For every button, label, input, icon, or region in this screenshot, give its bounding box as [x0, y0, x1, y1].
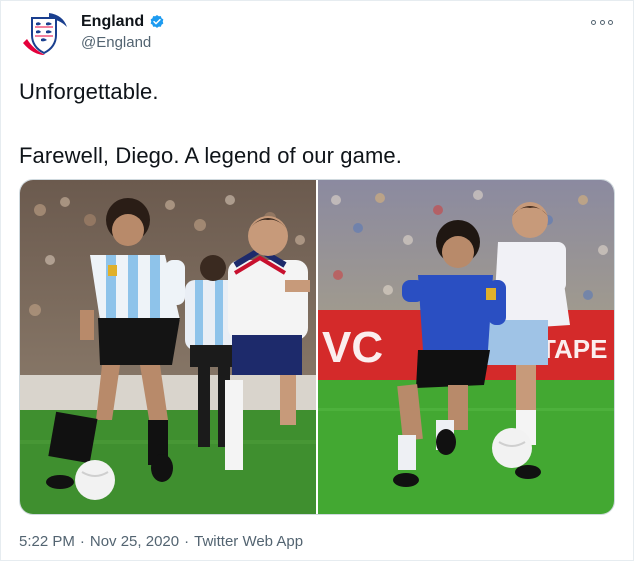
display-name[interactable]: England: [81, 13, 144, 31]
tweet-text-line-2: Farewell, Diego. A legend of our game.: [19, 143, 402, 168]
photo-maradona-stripes[interactable]: [20, 180, 316, 514]
meta-separator: ·: [79, 533, 85, 550]
dot-icon: [608, 19, 613, 25]
tweet-text-line-1: Unforgettable.: [19, 79, 159, 104]
name-row: England: [81, 11, 165, 33]
tweet-time[interactable]: 5:22 PM: [19, 533, 75, 550]
dot-icon: [591, 19, 596, 25]
tweet-source[interactable]: Twitter Web App: [194, 533, 303, 550]
verified-badge-icon: [149, 14, 165, 30]
author-block: England @England: [81, 11, 165, 51]
tweet-media[interactable]: VC TAPE: [19, 179, 615, 515]
tweet-card: England @England Unforgettable. Farewell…: [0, 0, 634, 561]
advert-board-text-right: TAPE: [540, 334, 607, 364]
tweet-date[interactable]: Nov 25, 2020: [90, 533, 179, 550]
handle[interactable]: @England: [81, 34, 165, 51]
meta-separator: ·: [184, 533, 190, 550]
tweet-meta: 5:22 PM · Nov 25, 2020 · Twitter Web App: [19, 533, 303, 550]
dot-icon: [599, 19, 605, 25]
advert-board-text-left: VC: [322, 323, 383, 372]
more-options-icon[interactable]: [591, 17, 613, 27]
england-crest-icon[interactable]: [19, 9, 69, 59]
photo-maradona-blue[interactable]: VC TAPE: [318, 180, 614, 514]
